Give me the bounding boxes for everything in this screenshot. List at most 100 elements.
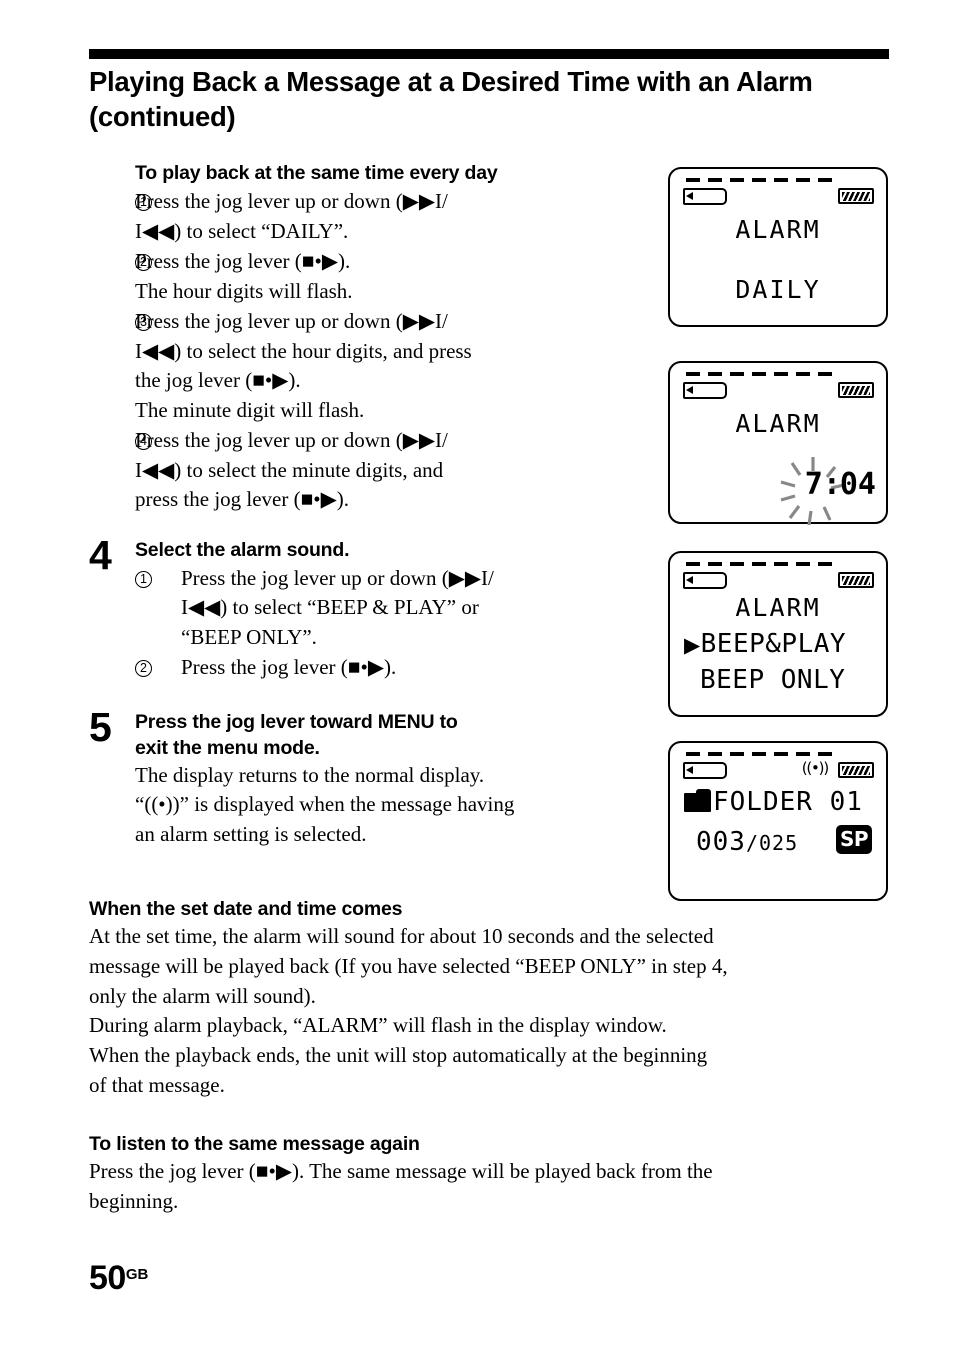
segment-bar [686,178,832,182]
step-text: Press the jog lever up or down (▶▶I/ I◀◀… [181,564,649,653]
step-marker: 1 [135,564,181,594]
battery-icon [838,762,874,778]
lcd-line-alarm: ALARM [735,409,821,438]
step-line: Press the jog lever up or down (▶▶I/ [135,428,448,452]
list-item: 2 Press the jog lever (■•▶). [135,653,649,683]
tape-icon [683,382,727,399]
lcd-panel-alarm-daily: ALARM DAILY [668,167,888,327]
major-step-4: 4 Select the alarm sound. 1 Press the jo… [89,531,649,683]
step-line: I◀◀) to select the minute digits, and [135,457,444,482]
section-line: message will be played back (If you have… [89,953,728,978]
recording-mode-badge: SP [835,825,872,854]
segment-bar [686,752,832,756]
step-content: Select the alarm sound. 1 Press the jog … [135,537,649,683]
step-title: exit the menu mode. [135,736,320,759]
step-title: Select the alarm sound. [135,538,350,561]
section-line: of that message. [89,1072,225,1097]
alarm-indicator-icon: ((•)) [801,759,829,777]
step-marker: 2 [89,247,152,277]
page-title: Playing Back a Message at a Desired Time… [89,66,813,132]
section-line: At the set time, the alarm will sound fo… [89,924,714,948]
lcd-line-daily: DAILY [735,275,821,304]
lcd-folder-line: FOLDER 01 [684,787,863,817]
step-note: an alarm setting is selected. [135,821,367,846]
tape-icon [683,572,727,589]
step-text: Press the jog lever (■•▶). The hour digi… [135,247,649,306]
alarm-hour: 7 [804,467,823,502]
section-line: When the playback ends, the unit will st… [89,1043,708,1068]
section-listen-again: To listen to the same message again Pres… [89,1131,889,1217]
step-title: Press the jog lever toward MENU to [135,710,458,733]
step-marker: 1 [89,187,152,217]
section-line: only the alarm will sound). [89,983,316,1008]
lcd-option-beep-and-play[interactable]: ▶BEEP&PLAY [684,629,846,659]
list-item: 4 Press the jog lever up or down (▶▶I/ I… [89,426,649,515]
step-content: Press the jog lever toward MENU to exit … [135,709,649,850]
section-heading: To listen to the same message again [89,1133,420,1155]
subsection-heading-daily: To play back at the same time every day [135,162,498,184]
step-list-alarm-sound: 1 Press the jog lever up or down (▶▶I/ I… [135,564,649,683]
battery-icon [838,572,874,588]
step-marker: 4 [89,426,152,456]
step-number: 5 [89,703,112,750]
folder-number: 01 [829,787,863,817]
battery-icon [838,188,874,204]
section-line: Press the jog lever (■•▶). The same mess… [89,1159,713,1183]
list-item: 1 Press the jog lever up or down (▶▶I/ I… [89,187,649,246]
step-note: The minute digit will flash. [135,397,365,422]
lcd-alarm-time: 7:04 [805,467,876,502]
step-line: “BEEP ONLY”. [181,624,317,649]
tape-icon [683,762,727,779]
step-text: Press the jog lever up or down (▶▶I/ I◀◀… [135,187,649,246]
lcd-option-beep-only[interactable]: BEEP ONLY [700,665,845,695]
list-item: 2 Press the jog lever (■•▶). The hour di… [89,247,649,306]
page-folio: 50GB [89,1258,148,1295]
segment-bar [686,372,832,376]
step-line: Press the jog lever (■•▶). [181,655,397,679]
step-marker: 3 [89,307,152,337]
step-line: the jog lever (■•▶). [135,368,301,392]
step-line: Press the jog lever up or down (▶▶I/ [135,189,448,213]
list-item: 3 Press the jog lever up or down (▶▶I/ I… [89,307,649,425]
step-text: Press the jog lever up or down (▶▶I/ I◀◀… [135,426,649,515]
lcd-message-counter: 003/025 [696,827,798,857]
step-list-daily: 1 Press the jog lever up or down (▶▶I/ I… [89,187,649,515]
message-total: 025 [759,831,799,855]
step-line: press the jog lever (■•▶). [135,487,350,511]
step-note: The display returns to the normal displa… [135,762,485,787]
step-number: 4 [89,531,112,578]
step-line: I◀◀) to select “DAILY”. [135,218,349,243]
step-text: Press the jog lever up or down (▶▶I/ I◀◀… [135,307,649,425]
alarm-minute: 04 [839,467,876,502]
folder-icon [684,788,711,812]
list-item: 1 Press the jog lever up or down (▶▶I/ I… [135,564,649,653]
instructions-column: To play back at the same time every day … [89,160,649,849]
selection-caret-icon: ▶ [684,633,701,657]
tape-icon [683,188,727,205]
lcd-line-alarm: ALARM [735,593,821,622]
step-note: “((•))” is displayed when the message ha… [135,792,515,816]
step-line: I◀◀) to select the hour digits, and pres… [135,338,472,363]
message-separator: / [745,831,760,855]
step-line: Press the jog lever up or down (▶▶I/ [135,309,448,333]
step-line: I◀◀) to select “BEEP & PLAY” or [181,595,479,619]
step-marker: 2 [135,653,181,683]
step-line: Press the jog lever (■•▶). [135,249,351,273]
section-line: beginning. [89,1188,179,1213]
battery-icon [838,382,874,398]
section-line: During alarm playback, “ALARM” will flas… [89,1013,667,1038]
major-step-5: 5 Press the jog lever toward MENU to exi… [89,703,649,850]
step-line: Press the jog lever up or down (▶▶I/ [181,565,494,590]
lcd-panel-normal-display: ((•)) FOLDER 01 003/025 SP [668,741,888,901]
folder-label: FOLDER [713,787,813,817]
lcd-panel-alarm-time: ALARM 7:04 [668,361,888,525]
manual-page: Playing Back a Message at a Desired Time… [0,0,954,1345]
message-current: 003 [696,827,746,857]
page-region-suffix: GB [125,1266,149,1283]
step-text: Press the jog lever (■•▶). [181,653,649,683]
lcd-panel-alarm-sound: ALARM ▶BEEP&PLAY BEEP ONLY [668,551,888,717]
step-note: The hour digits will flash. [135,278,353,303]
segment-bar [686,562,832,566]
section-when-set-time-comes: When the set date and time comes At the … [89,896,889,1101]
page-number: 50 [89,1259,126,1297]
